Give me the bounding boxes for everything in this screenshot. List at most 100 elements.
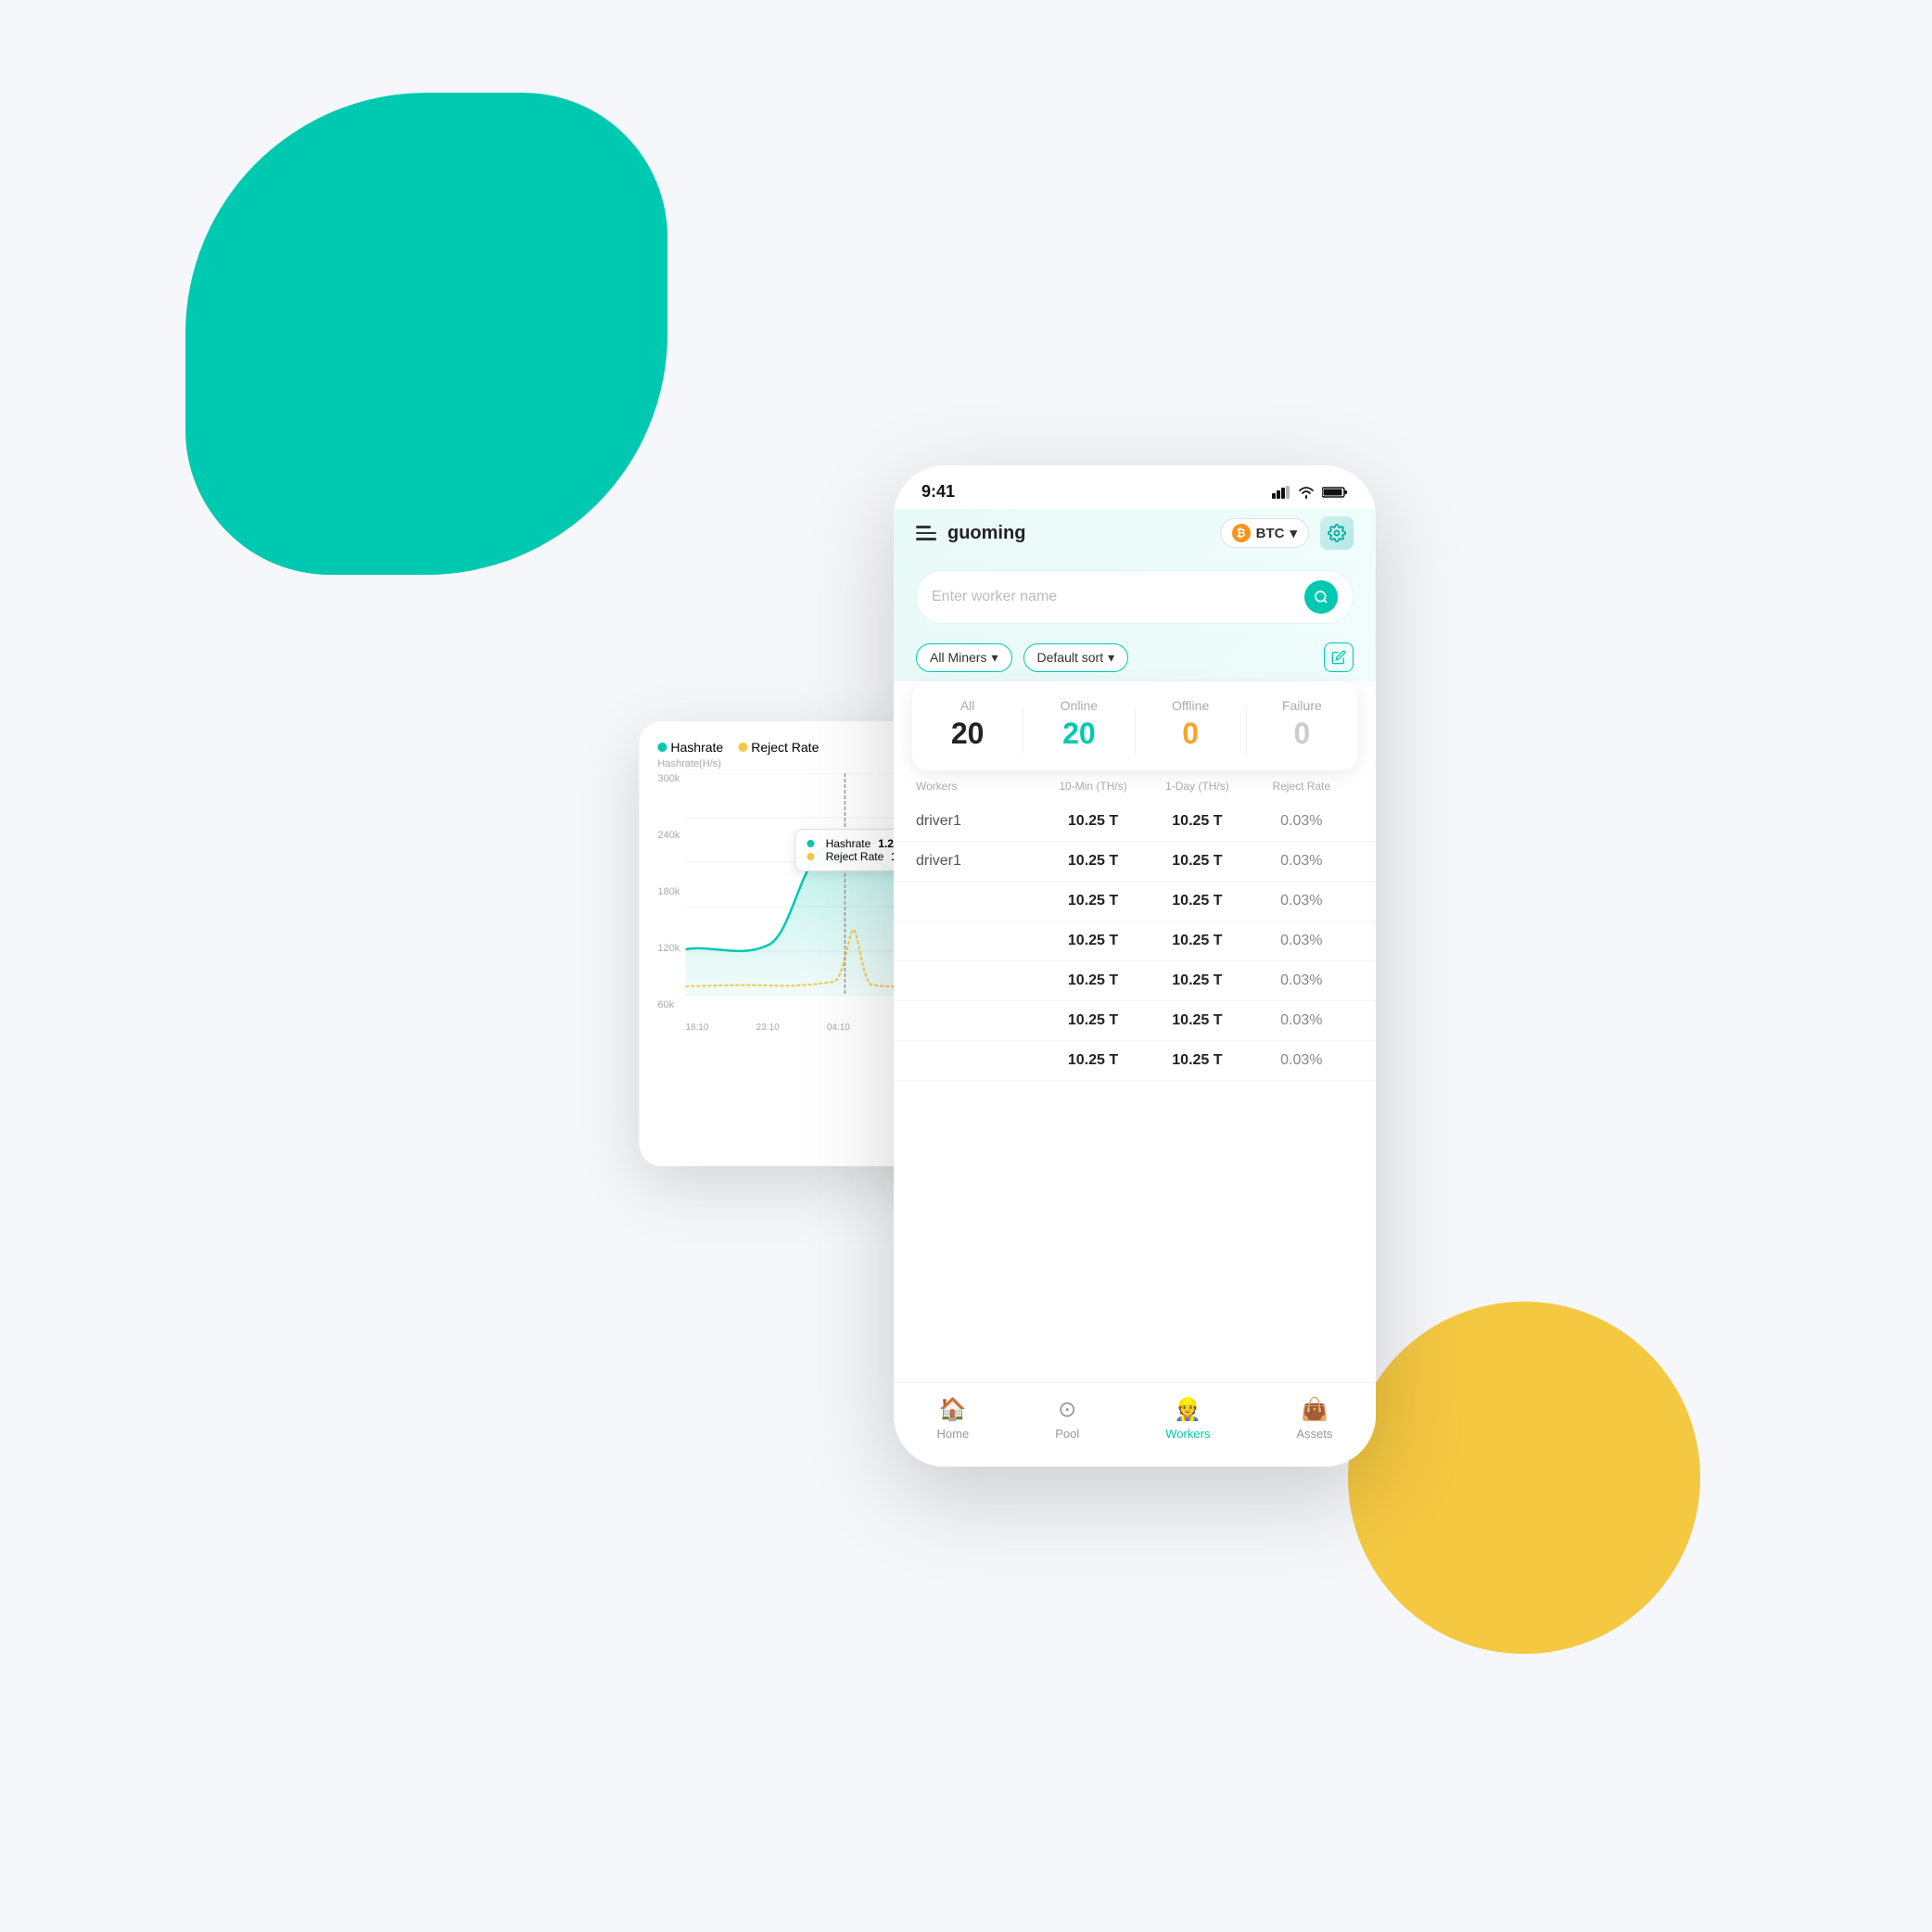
search-placeholder: Enter worker name xyxy=(932,589,1295,605)
sort-filter[interactable]: Default sort ▾ xyxy=(1023,643,1129,672)
hashrate-1day: 10.25 T xyxy=(1145,893,1249,909)
phone-header: guoming ₿ BTC ▾ xyxy=(894,509,1376,561)
tooltip-hashrate-label: Hashrate xyxy=(826,837,871,850)
stats-card: All 20 Online 20 Offline 0 Failure 0 xyxy=(912,681,1357,770)
status-bar: 9:41 xyxy=(894,465,1376,509)
table-row: 10.25 T 10.25 T 0.03% xyxy=(894,961,1376,1001)
currency-dropdown-icon: ▾ xyxy=(1290,525,1297,541)
hashrate-1day: 10.25 T xyxy=(1145,1052,1249,1069)
offline-value: 0 xyxy=(1136,717,1246,751)
battery-icon xyxy=(1322,486,1348,499)
nav-icon-workers: 👷 xyxy=(1174,1396,1201,1423)
tooltip-reject-row: Reject Rate 1% xyxy=(807,850,908,863)
hashrate-legend-dot xyxy=(657,743,667,752)
time-display: 9:41 xyxy=(922,482,955,502)
hashrate-1day: 10.25 T xyxy=(1145,972,1249,989)
filter-row: All Miners ▾ Default sort ▾ xyxy=(894,633,1376,681)
hashrate-10min: 10.25 T xyxy=(1041,933,1145,949)
th-hashrate-1day: 1-Day (TH/s) xyxy=(1145,780,1249,793)
nav-item-home[interactable]: 🏠 Home xyxy=(937,1396,970,1441)
stat-all: All 20 xyxy=(912,698,1023,751)
tooltip-reject-label: Reject Rate xyxy=(826,850,884,863)
search-area: Enter worker name xyxy=(894,561,1376,633)
edit-icon xyxy=(1331,650,1346,665)
nav-label-home: Home xyxy=(937,1427,970,1441)
online-value: 20 xyxy=(1023,717,1134,751)
header-right: ₿ BTC ▾ xyxy=(1220,516,1354,550)
nav-item-pool[interactable]: ⊙ Pool xyxy=(1055,1396,1079,1441)
gear-icon xyxy=(1328,524,1346,542)
stat-failure: Failure 0 xyxy=(1247,698,1357,751)
sort-filter-label: Default sort xyxy=(1037,650,1104,665)
status-icons xyxy=(1272,486,1348,499)
reject-rate-legend: Reject Rate xyxy=(738,740,819,755)
table-row: 10.25 T 10.25 T 0.03% xyxy=(894,882,1376,922)
nav-item-assets[interactable]: 👜 Assets xyxy=(1296,1396,1332,1441)
reject-rate: 0.03% xyxy=(1250,1012,1354,1029)
table-row: 10.25 T 10.25 T 0.03% xyxy=(894,922,1376,961)
reject-rate: 0.03% xyxy=(1250,893,1354,909)
currency-selector[interactable]: ₿ BTC ▾ xyxy=(1220,518,1309,548)
hashrate-10min: 10.25 T xyxy=(1041,1012,1145,1029)
worker-name: driver1 xyxy=(916,853,1041,870)
hashrate-1day: 10.25 T xyxy=(1145,813,1249,830)
hamburger-menu[interactable] xyxy=(916,526,936,540)
search-button[interactable] xyxy=(1304,580,1338,614)
chart-y-left-labels: 300k 240k 180k 120k 60k xyxy=(657,773,680,1010)
offline-label: Offline xyxy=(1136,698,1246,713)
hashrate-1day: 10.25 T xyxy=(1145,1012,1249,1029)
hashrate-10min: 10.25 T xyxy=(1041,1052,1145,1069)
online-label: Online xyxy=(1023,698,1134,713)
reject-rate-legend-dot xyxy=(738,743,747,752)
failure-label: Failure xyxy=(1247,698,1357,713)
search-bar[interactable]: Enter worker name xyxy=(916,570,1354,624)
nav-label-workers: Workers xyxy=(1165,1427,1210,1441)
stat-offline: Offline 0 xyxy=(1136,698,1246,751)
search-icon xyxy=(1314,590,1328,604)
tooltip-hashrate-row: Hashrate 1.2T xyxy=(807,837,908,850)
username-label: guoming xyxy=(947,523,1025,544)
signal-icon xyxy=(1272,486,1290,499)
th-workers: Workers xyxy=(916,780,1041,793)
nav-item-workers[interactable]: 👷 Workers xyxy=(1165,1396,1210,1441)
failure-value: 0 xyxy=(1247,717,1357,751)
header-left: guoming xyxy=(916,523,1025,544)
chart-y-label-left: Hashrate(H/s) xyxy=(657,758,720,769)
reject-rate-legend-label: Reject Rate xyxy=(751,740,819,755)
edit-filter-button[interactable] xyxy=(1324,642,1354,672)
yellow-background-shape xyxy=(1348,1302,1700,1654)
reject-rate: 0.03% xyxy=(1250,972,1354,989)
miner-filter[interactable]: All Miners ▾ xyxy=(916,643,1012,672)
reject-rate: 0.03% xyxy=(1250,933,1354,949)
currency-label: BTC xyxy=(1256,526,1285,541)
stat-online: Online 20 xyxy=(1023,698,1134,751)
nav-icon-pool: ⊙ xyxy=(1058,1396,1076,1423)
worker-table: driver1 10.25 T 10.25 T 0.03% driver1 10… xyxy=(894,802,1376,1081)
settings-button[interactable] xyxy=(1320,516,1354,550)
main-phone: 9:41 xyxy=(894,465,1376,1467)
hashrate-10min: 10.25 T xyxy=(1041,893,1145,909)
table-row: driver1 10.25 T 10.25 T 0.03% xyxy=(894,842,1376,882)
table-row: 10.25 T 10.25 T 0.03% xyxy=(894,1001,1376,1041)
hashrate-legend: Hashrate xyxy=(657,740,723,755)
reject-rate: 0.03% xyxy=(1250,813,1354,830)
miner-filter-label: All Miners xyxy=(930,650,986,665)
wifi-icon xyxy=(1298,486,1315,499)
stats-row: All 20 Online 20 Offline 0 Failure 0 xyxy=(912,698,1357,754)
table-row: 10.25 T 10.25 T 0.03% xyxy=(894,1041,1376,1081)
miner-filter-chevron: ▾ xyxy=(991,650,998,666)
nav-icon-home: 🏠 xyxy=(939,1396,967,1423)
hashrate-1day: 10.25 T xyxy=(1145,933,1249,949)
reject-rate: 0.03% xyxy=(1250,1052,1354,1069)
hashrate-1day: 10.25 T xyxy=(1145,853,1249,870)
table-row: driver1 10.25 T 10.25 T 0.03% xyxy=(894,802,1376,842)
th-hashrate-10min: 10-Min (TH/s) xyxy=(1041,780,1145,793)
hashrate-legend-label: Hashrate xyxy=(670,740,723,755)
th-reject-rate: Reject Rate xyxy=(1250,780,1354,793)
nav-icon-assets: 👜 xyxy=(1301,1396,1328,1423)
all-value: 20 xyxy=(912,717,1023,751)
hashrate-10min: 10.25 T xyxy=(1041,853,1145,870)
teal-background-shape xyxy=(185,93,667,575)
all-label: All xyxy=(912,698,1023,713)
hashrate-10min: 10.25 T xyxy=(1041,813,1145,830)
